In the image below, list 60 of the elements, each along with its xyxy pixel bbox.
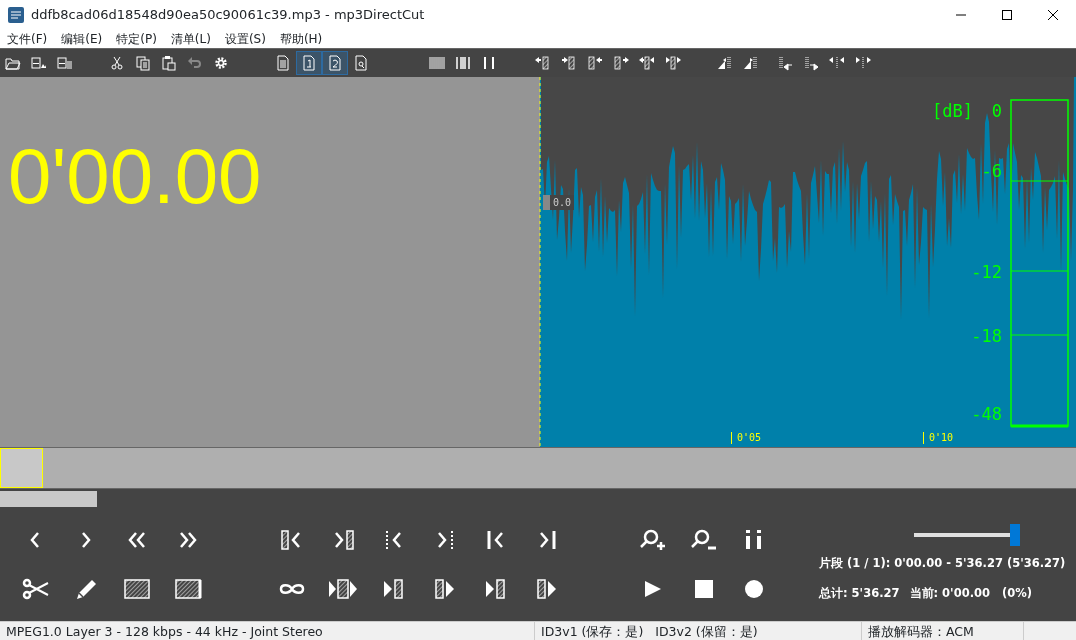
chevron-right-icon [80,531,91,549]
fade-icon [717,55,733,71]
bars-icon [429,55,445,71]
time-mark: 0'10 [923,432,954,444]
folder-icon [5,55,21,71]
save-list-icon [57,55,73,71]
marker-arrow-icon [535,55,551,71]
time-mark: 0'05 [731,432,762,444]
save-icon [31,55,47,71]
segment-info: 片段 (1 / 1): 0'00.00 - 5'36.27 (5'36.27) [819,555,1066,572]
menu-item[interactable]: 清单(L) [163,30,218,48]
bars-icon [481,55,497,71]
menu-item[interactable]: 帮助(H) [272,30,330,48]
paste-icon [161,55,177,71]
menu-item[interactable]: 编辑(E) [54,30,110,48]
play-hatched-play-icon [327,577,358,601]
document-search-icon [353,55,369,71]
bars-icon [455,55,471,71]
db-unit: [dB] [932,100,973,123]
toolbar-button[interactable] [322,51,348,75]
hatched-block-icon [172,577,203,601]
marker-dots-icon [855,55,871,71]
copy-icon [135,55,151,71]
menu-item[interactable]: 特定(P) [109,30,164,48]
undo-icon [187,55,203,71]
marker-arrow-icon [613,55,629,71]
chevron-left-icon [29,531,40,549]
marker-dots-icon [777,55,793,71]
current-position: 当前: 0'00.00 (0%) [909,585,1033,603]
scissors-icon [109,55,125,71]
time-display: 0'00.00 [8,137,263,215]
window-title: ddfb8cad06d18548d90ea50c90061c39.mp3 - mp3DirectCut [31,6,425,25]
slider-thumb[interactable] [1010,524,1020,546]
hatched-block-icon [121,577,152,601]
menu-item[interactable]: 设置(S) [217,30,273,48]
db-label: -48 [971,403,1002,426]
marker-arrow-icon [561,55,577,71]
status-text: MPEG1.0 Layer 3 - 128 kbps - 44 kHz - Joint Stereo [0,622,535,640]
maximize-icon [1002,10,1012,20]
menu-item[interactable]: 文件(F) [0,30,55,48]
marker-dots-icon [803,55,819,71]
cursor-label: 0.0 [543,195,575,210]
total-length: 总计: 5'36.27 [819,585,900,603]
status-text: 播放解码器：ACM [862,622,1024,640]
marker-arrow-icon [639,55,655,71]
status-text: ID3v1 (保存：是) ID3v2 (保留：是) [535,622,862,640]
settings-icon [213,55,229,71]
document-icon [275,55,291,71]
document-two-icon [327,55,343,71]
marker-dots-icon [829,55,845,71]
db-label: -18 [971,325,1002,348]
app-icon [8,7,24,23]
fade-icon [743,55,759,71]
db-label: 0 [991,100,1002,123]
marker-arrow-icon [587,55,603,71]
document-one-icon [301,55,317,71]
scroll-thumb[interactable] [0,491,97,507]
db-label: -12 [971,261,1002,284]
close-icon [1048,10,1058,20]
marker-arrow-icon [665,55,681,71]
